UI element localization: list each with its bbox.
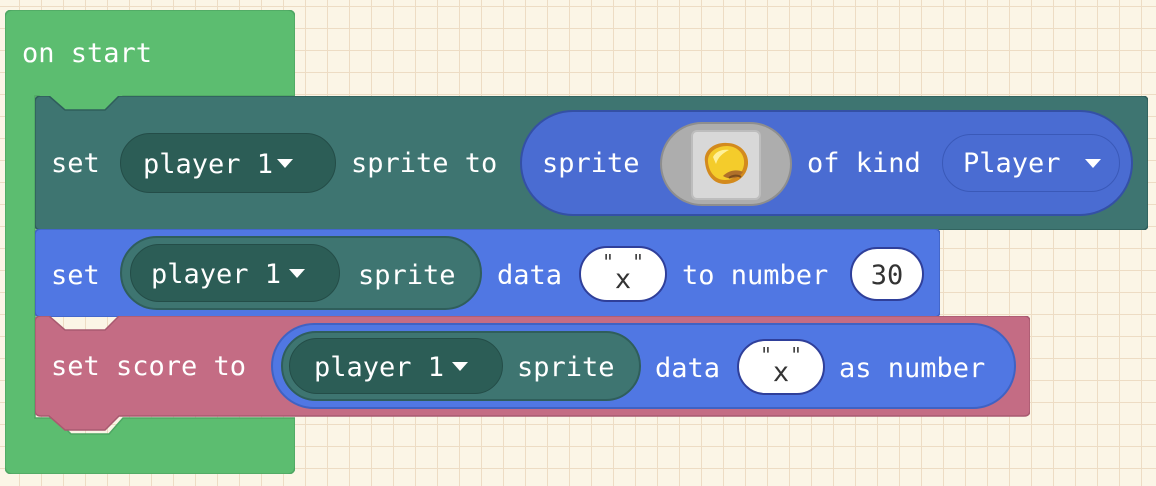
variable-dropdown-label: player 1 (314, 352, 445, 383)
set-label: set (51, 148, 100, 179)
sprite-image-frame (691, 130, 761, 200)
kind-dropdown[interactable]: Player (942, 134, 1120, 192)
variable-dropdown[interactable]: player 1 (130, 244, 340, 302)
set-label: set (51, 260, 100, 291)
data-key-value: x (614, 264, 632, 295)
data-key-input[interactable]: " " x (737, 339, 825, 395)
number-input[interactable]: 30 (850, 247, 924, 301)
of-kind-label: of kind (807, 148, 921, 179)
chevron-down-icon (289, 269, 305, 278)
sprite-label: sprite (542, 148, 640, 179)
sprite-reporter[interactable]: player 1 sprite (281, 331, 641, 401)
chevron-down-icon (452, 362, 468, 371)
variable-dropdown-label: player 1 (143, 149, 274, 180)
sprite-data-reporter[interactable]: player 1 sprite data " " x as number (271, 323, 1016, 409)
create-sprite-reporter[interactable]: sprite of kind Player (520, 110, 1133, 216)
sprite-to-label: sprite to (351, 148, 498, 179)
set-sprite-data-block[interactable]: set player 1 sprite data " " x to number… (35, 229, 940, 317)
sprite-image-picker[interactable] (660, 122, 792, 206)
chevron-down-icon (277, 159, 293, 168)
set-sprite-to-block[interactable]: set player 1 sprite to sprite of kind Pl… (35, 96, 1148, 230)
sprite-label: sprite (358, 260, 456, 291)
sprite-reporter[interactable]: player 1 sprite (120, 236, 482, 310)
data-key-value: x (772, 357, 790, 388)
variable-dropdown-label: player 1 (151, 259, 282, 290)
data-key-input[interactable]: " " x (579, 246, 667, 302)
sprite-label: sprite (517, 352, 615, 383)
chevron-down-icon (1085, 159, 1101, 168)
variable-dropdown[interactable]: player 1 (120, 133, 336, 193)
as-number-label: as number (839, 353, 986, 384)
data-label: data (497, 260, 563, 291)
set-score-block[interactable]: set score to player 1 sprite data " " x … (35, 316, 1030, 431)
on-start-label: on start (22, 38, 153, 69)
lemon-sprite-icon (704, 142, 749, 184)
kind-dropdown-label: Player (963, 148, 1061, 179)
set-score-to-label: set score to (51, 351, 247, 382)
to-number-label: to number (682, 260, 829, 291)
variable-dropdown[interactable]: player 1 (289, 338, 503, 394)
data-label: data (655, 353, 721, 384)
number-input-value: 30 (870, 260, 904, 291)
